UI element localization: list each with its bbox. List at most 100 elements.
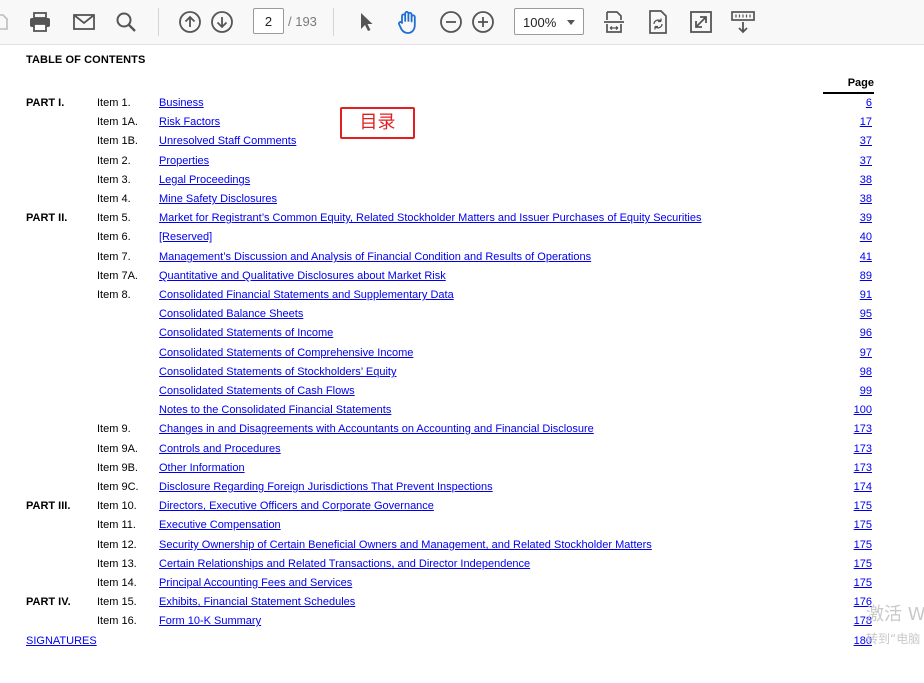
toc-item-number: Item 6. [97, 231, 131, 243]
toc-page-link[interactable]: 89 [860, 270, 872, 282]
zoom-in-icon[interactable] [469, 8, 497, 36]
select-cursor-icon[interactable] [352, 8, 380, 36]
toc-part-label: PART IV. [26, 596, 71, 608]
toc-entry-link[interactable]: Quantitative and Qualitative Disclosures… [159, 270, 446, 282]
toc-page-link[interactable]: 37 [860, 155, 872, 167]
toc-part-label: PART III. [26, 500, 71, 512]
toc-page-link[interactable]: 175 [854, 577, 872, 589]
document-page: TABLE OF CONTENTS Page PART I. Item 1. Bus… [0, 45, 924, 683]
toc-entry-link[interactable]: Other Information [159, 462, 245, 474]
toc-entry-link[interactable]: Risk Factors [159, 116, 220, 128]
toc-entry-link[interactable]: Controls and Procedures [159, 443, 281, 455]
toc-page-link[interactable]: 6 [866, 97, 872, 109]
toc-entry-link[interactable]: Management’s Discussion and Analysis of … [159, 251, 591, 263]
toc-entry-link[interactable]: Market for Registrant’s Common Equity, R… [159, 212, 702, 224]
toc-entry-link[interactable]: Consolidated Statements of Stockholders’… [159, 366, 396, 378]
toc-row: Item 7A. Quantitative and Qualitative Dis… [0, 270, 924, 286]
toc-row: Item 11. Executive Compensation 175 [0, 519, 924, 535]
toc-entry-link[interactable]: Security Ownership of Certain Beneficial… [159, 539, 652, 551]
toc-row: Item 8. Consolidated Financial Statements… [0, 289, 924, 305]
toc-page-link[interactable]: 38 [860, 174, 872, 186]
toc-row: PART I. Item 1. Business 6 [0, 97, 924, 113]
toc-entry-link[interactable]: Consolidated Statements of Comprehensive… [159, 347, 413, 359]
email-icon[interactable] [70, 8, 98, 36]
toc-row: Item 2. Properties 37 [0, 155, 924, 171]
toc-item-number: Item 7A. [97, 270, 138, 282]
toc-heading: TABLE OF CONTENTS [26, 54, 146, 66]
toc-entry-link[interactable]: Disclosure Regarding Foreign Jurisdictio… [159, 481, 493, 493]
toc-page-link[interactable]: 173 [854, 443, 872, 455]
toc-entry-link[interactable]: [Reserved] [159, 231, 212, 243]
toc-row: Item 13. Certain Relationships and Relate… [0, 558, 924, 574]
toc-entry-link[interactable]: Mine Safety Disclosures [159, 193, 277, 205]
page-total-label: / 193 [288, 14, 317, 29]
toc-row: PART III. Item 10. Directors, Executive Of… [0, 500, 924, 516]
toc-item-number: Item 2. [97, 155, 131, 167]
toc-page-link[interactable]: 175 [854, 539, 872, 551]
full-screen-icon[interactable] [687, 8, 715, 36]
hand-tool-icon[interactable] [394, 8, 422, 36]
toc-entry-link[interactable]: Exhibits, Financial Statement Schedules [159, 596, 355, 608]
toc-page-link[interactable]: 40 [860, 231, 872, 243]
toc-entry-link[interactable]: Unresolved Staff Comments [159, 135, 296, 147]
toc-entry-link[interactable]: Legal Proceedings [159, 174, 250, 186]
toc-page-link[interactable]: 17 [860, 116, 872, 128]
toc-entry-link[interactable]: Notes to the Consolidated Financial Stat… [159, 404, 391, 416]
toc-row: Consolidated Statements of Comprehensive… [0, 347, 924, 363]
fit-width-icon[interactable] [600, 8, 628, 36]
toc-page-link[interactable]: 98 [860, 366, 872, 378]
toc-entry-link[interactable]: Principal Accounting Fees and Services [159, 577, 352, 589]
toc-page-link[interactable]: 97 [860, 347, 872, 359]
toc-entry-link[interactable]: Consolidated Financial Statements and Su… [159, 289, 454, 301]
toc-item-number: Item 12. [97, 539, 137, 551]
page-number-input[interactable]: 2 [253, 8, 284, 34]
toc-entry-link[interactable]: Certain Relationships and Related Transa… [159, 558, 530, 570]
toc-entry-link[interactable]: Business [159, 97, 204, 109]
toc-page-link[interactable]: 39 [860, 212, 872, 224]
print-icon[interactable] [26, 8, 54, 36]
toc-page-link[interactable]: 37 [860, 135, 872, 147]
toc-page-link[interactable]: 174 [854, 481, 872, 493]
toc-page-link[interactable]: 95 [860, 308, 872, 320]
zoom-out-icon[interactable] [437, 8, 465, 36]
toc-page-link[interactable]: 96 [860, 327, 872, 339]
toc-page-link[interactable]: 99 [860, 385, 872, 397]
toc-page-link[interactable]: 91 [860, 289, 872, 301]
toc-page-link[interactable]: 175 [854, 558, 872, 570]
toc-row: Item 4. Mine Safety Disclosures 38 [0, 193, 924, 209]
toc-entry-link[interactable]: Properties [159, 155, 209, 167]
toc-page-link[interactable]: 175 [854, 519, 872, 531]
toc-page-link[interactable]: 100 [854, 404, 872, 416]
read-mode-icon[interactable] [729, 8, 757, 36]
toc-item-number: Item 3. [97, 174, 131, 186]
page-column-header: Page [823, 77, 874, 94]
page-down-icon[interactable] [208, 8, 236, 36]
toc-entry-link[interactable]: Executive Compensation [159, 519, 281, 531]
toc-entry-link[interactable]: Consolidated Balance Sheets [159, 308, 303, 320]
annotation-box[interactable]: 目录 [340, 107, 415, 139]
rotate-icon[interactable] [644, 8, 672, 36]
toc-page-link[interactable]: 38 [860, 193, 872, 205]
toc-entry-link[interactable]: Consolidated Statements of Income [159, 327, 333, 339]
toc-entry-link[interactable]: Directors, Executive Officers and Corpor… [159, 500, 434, 512]
search-icon[interactable] [112, 8, 140, 36]
toc-row: PART IV. Item 15. Exhibits, Financial Stat… [0, 596, 924, 612]
activation-watermark: 激活 W [866, 604, 924, 625]
toc-entry-link[interactable]: Changes in and Disagreements with Accoun… [159, 423, 594, 435]
toc-page-link[interactable]: 175 [854, 500, 872, 512]
toc-page-link[interactable]: 173 [854, 423, 872, 435]
save-cloud-icon[interactable] [0, 8, 14, 36]
toc-entry-link[interactable]: Form 10-K Summary [159, 615, 261, 627]
toc-entry-link[interactable]: Consolidated Statements of Cash Flows [159, 385, 355, 397]
chevron-down-icon [567, 20, 575, 25]
toc-page-link[interactable]: 173 [854, 462, 872, 474]
toc-row: Item 9B. Other Information 173 [0, 462, 924, 478]
page-up-icon[interactable] [176, 8, 204, 36]
zoom-select[interactable]: 100% [514, 8, 584, 35]
toc-row: Item 14. Principal Accounting Fees and Se… [0, 577, 924, 593]
toc-row: Consolidated Balance Sheets 95 [0, 308, 924, 324]
toc-row: Item 16. Form 10-K Summary 178 [0, 615, 924, 631]
toc-page-link[interactable]: 41 [860, 251, 872, 263]
toc-row: Item 9C. Disclosure Regarding Foreign Jur… [0, 481, 924, 497]
toc-row: Consolidated Statements of Stockholders’… [0, 366, 924, 382]
